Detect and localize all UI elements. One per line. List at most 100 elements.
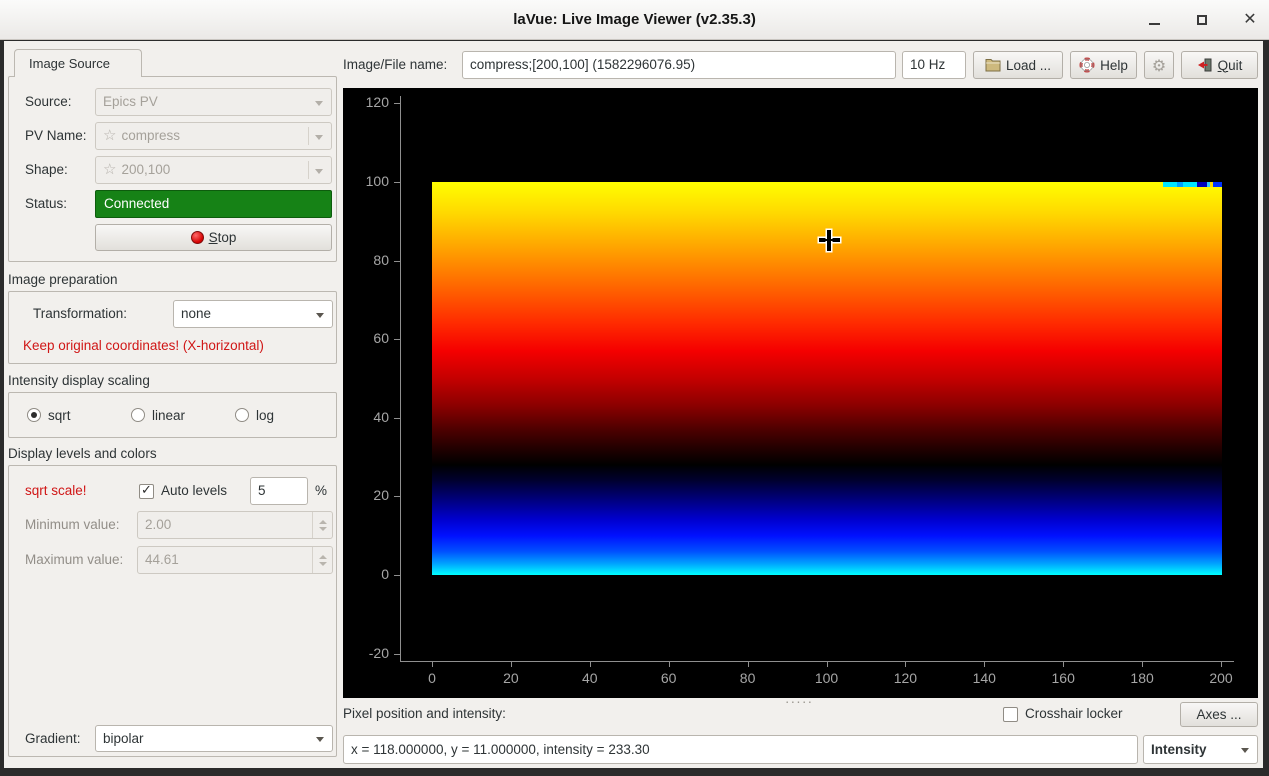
help-button-label: Help xyxy=(1100,58,1128,73)
maximum-value-label: Maximum value: xyxy=(25,546,123,574)
status-label: Status: xyxy=(25,190,67,218)
transformation-label: Transformation: xyxy=(33,300,127,328)
crosshair-locker-label: Crosshair locker xyxy=(1025,703,1123,725)
radio-icon xyxy=(131,408,145,422)
gradient-value: bipolar xyxy=(103,731,144,746)
x-tick-label: 200 xyxy=(1201,670,1241,686)
maximize-button[interactable] xyxy=(1191,9,1213,31)
display-mode-combobox[interactable]: Intensity xyxy=(1143,735,1258,764)
source-combobox[interactable]: Epics PV xyxy=(95,88,332,116)
status-value: Connected xyxy=(104,196,169,211)
pixel-position-input[interactable]: x = 118.000000, y = 11.000000, intensity… xyxy=(343,735,1138,764)
tab-image-source[interactable]: Image Source xyxy=(14,49,142,77)
transformation-combobox[interactable]: none xyxy=(173,300,333,328)
axes-button[interactable]: Axes ... xyxy=(1180,702,1258,727)
y-tick-mark xyxy=(394,261,400,262)
source-label: Source: xyxy=(25,88,72,116)
x-tick-label: 160 xyxy=(1043,670,1083,686)
radio-icon xyxy=(27,408,41,422)
radio-log[interactable]: log xyxy=(235,402,274,430)
spin-arrows-icon[interactable] xyxy=(312,512,332,538)
star-icon: ☆ xyxy=(103,127,116,144)
app-window: laVue: Live Image Viewer (v2.35.3) ✕ Ima… xyxy=(0,0,1269,776)
load-button[interactable]: Load ... xyxy=(973,51,1063,79)
spin-arrows-icon[interactable] xyxy=(312,547,332,573)
maximum-value-spinbox[interactable]: 44.61 xyxy=(137,546,333,574)
auto-levels-input[interactable]: 5 xyxy=(250,477,308,505)
intensity-scaling-header: Intensity display scaling xyxy=(8,373,150,388)
x-tick-label: 120 xyxy=(885,670,925,686)
load-button-label: Load ... xyxy=(1006,58,1051,73)
shape-combobox[interactable]: ☆ 200,100 xyxy=(95,156,332,184)
y-tick-mark xyxy=(394,418,400,419)
plot-area[interactable]: 0204060801001201401601802001201008060402… xyxy=(343,88,1258,698)
scale-note: sqrt scale! xyxy=(25,477,87,505)
coordinates-warning: Keep original coordinates! (X-horizontal… xyxy=(23,332,264,360)
pixel-position-value: x = 118.000000, y = 11.000000, intensity… xyxy=(351,742,650,757)
y-tick-mark xyxy=(394,339,400,340)
status-badge: Connected xyxy=(95,190,332,218)
x-tick-label: 180 xyxy=(1122,670,1162,686)
radio-sqrt[interactable]: sqrt xyxy=(27,402,71,430)
star-icon: ☆ xyxy=(103,161,116,178)
chevron-down-icon xyxy=(1241,748,1249,753)
stop-button-label: Stop xyxy=(209,230,237,245)
source-value: Epics PV xyxy=(103,94,158,109)
main-content: Image Source Source: Epics PV PV Name: ☆… xyxy=(4,41,1263,768)
gradient-combobox[interactable]: bipolar xyxy=(95,725,333,752)
lifebuoy-icon xyxy=(1079,57,1095,73)
auto-levels-checkbox[interactable]: ✓ xyxy=(139,484,154,499)
minimize-button[interactable] xyxy=(1143,9,1165,31)
gear-icon: ⚙ xyxy=(1152,56,1166,75)
pixel-position-label: Pixel position and intensity: xyxy=(343,703,506,725)
x-tick-label: 0 xyxy=(412,670,452,686)
window-title: laVue: Live Image Viewer (v2.35.3) xyxy=(513,11,756,28)
minimum-value-spinbox[interactable]: 2.00 xyxy=(137,511,333,539)
y-tick-label: 80 xyxy=(347,252,389,268)
pv-name-combobox[interactable]: ☆compress xyxy=(95,122,332,150)
gradient-label: Gradient: xyxy=(25,725,81,753)
image-source-panel: Source: Epics PV PV Name: ☆compress Shap… xyxy=(8,76,337,262)
shape-value: 200,100 xyxy=(121,162,170,177)
axes-button-label: Axes ... xyxy=(1196,707,1241,722)
crosshair-locker-checkbox[interactable] xyxy=(1003,707,1018,722)
radio-linear-label: linear xyxy=(152,408,185,423)
x-tick-mark xyxy=(827,661,828,667)
image-file-name-input[interactable]: compress;[200,100] (1582296076.95) xyxy=(462,51,896,79)
y-tick-label: -20 xyxy=(347,645,389,661)
x-tick-label: 40 xyxy=(570,670,610,686)
percent-label: % xyxy=(315,477,327,505)
stop-button[interactable]: Stop xyxy=(95,224,332,251)
x-tick-mark xyxy=(1221,661,1222,667)
chevron-down-icon xyxy=(315,135,323,140)
radio-linear[interactable]: linear xyxy=(131,402,185,430)
update-rate-value: 10 Hz xyxy=(910,57,945,72)
record-dot-icon xyxy=(191,231,204,244)
image-preparation-panel: Transformation: none Keep original coord… xyxy=(8,291,337,364)
transformation-value: none xyxy=(181,306,211,321)
close-button[interactable]: ✕ xyxy=(1239,9,1261,31)
y-tick-mark xyxy=(394,654,400,655)
pv-name-label: PV Name: xyxy=(25,122,87,150)
y-axis-line xyxy=(400,96,401,662)
x-axis-line xyxy=(400,661,1234,662)
quit-button[interactable]: Quit xyxy=(1181,51,1258,79)
x-tick-mark xyxy=(748,661,749,667)
x-tick-label: 140 xyxy=(964,670,1004,686)
x-tick-mark xyxy=(984,661,985,667)
minimum-value-label: Minimum value: xyxy=(25,511,120,539)
y-tick-label: 0 xyxy=(347,566,389,582)
settings-button[interactable]: ⚙ xyxy=(1144,51,1174,79)
title-bar: laVue: Live Image Viewer (v2.35.3) ✕ xyxy=(0,0,1269,40)
image-preparation-header: Image preparation xyxy=(8,272,118,287)
chevron-down-icon xyxy=(316,313,324,318)
image-file-name-value: compress;[200,100] (1582296076.95) xyxy=(470,57,695,72)
y-tick-label: 20 xyxy=(347,487,389,503)
radio-sqrt-label: sqrt xyxy=(48,408,71,423)
tab-image-source-label: Image Source xyxy=(29,56,110,71)
crosshair-cursor xyxy=(819,230,840,251)
x-tick-mark xyxy=(511,661,512,667)
help-button[interactable]: Help xyxy=(1070,51,1137,79)
update-rate-field[interactable]: 10 Hz xyxy=(902,51,966,79)
combo-divider xyxy=(308,127,309,145)
